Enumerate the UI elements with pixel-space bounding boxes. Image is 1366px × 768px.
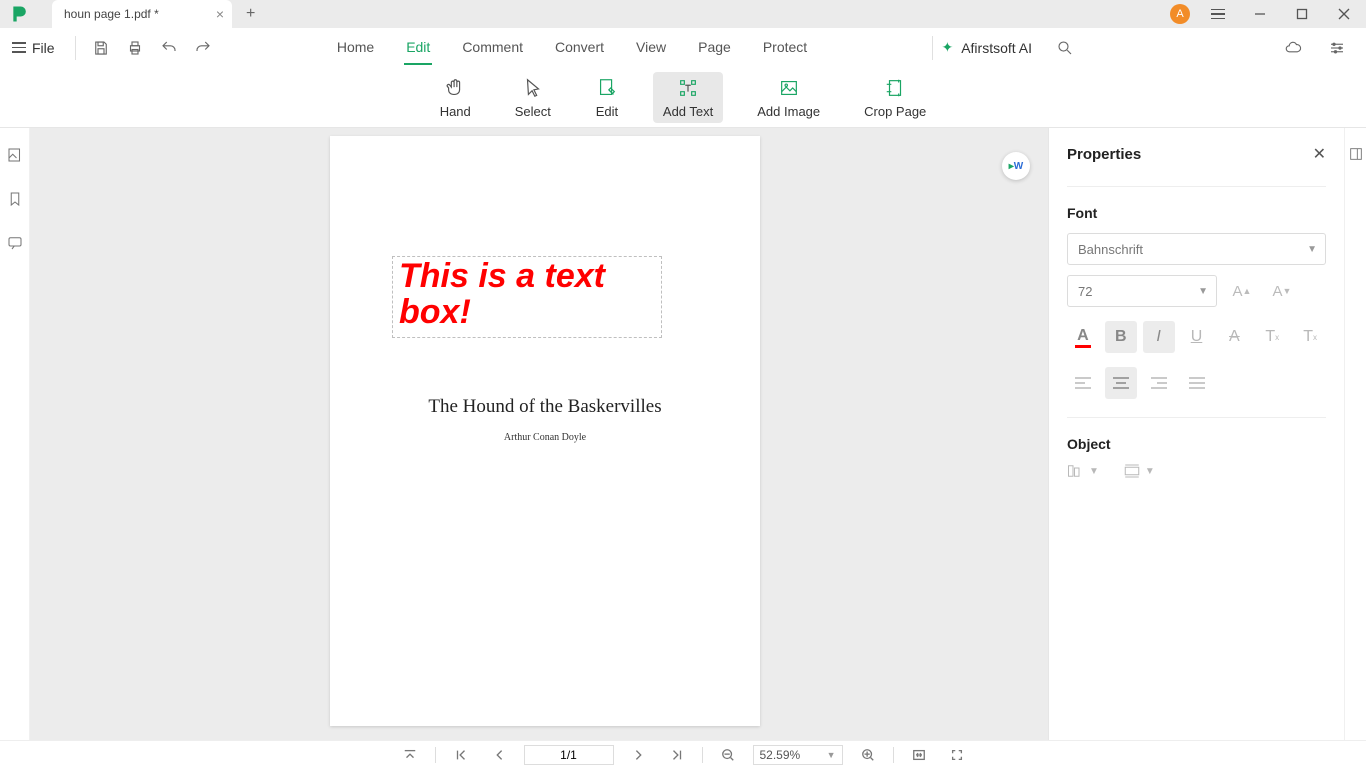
separator	[932, 36, 933, 60]
separator	[75, 36, 76, 60]
tab-page[interactable]: Page	[696, 31, 733, 65]
left-sidebar	[0, 128, 30, 740]
print-button[interactable]	[118, 31, 152, 65]
minimize-button[interactable]	[1246, 0, 1274, 28]
prev-page-icon[interactable]	[486, 744, 512, 766]
hamburger-icon	[12, 42, 26, 53]
tab-convert[interactable]: Convert	[553, 31, 606, 65]
last-page-icon[interactable]	[664, 744, 690, 766]
align-justify-button[interactable]	[1181, 367, 1213, 399]
object-align-button[interactable]: ▼	[1067, 464, 1099, 478]
decrease-font-icon[interactable]: A▼	[1267, 276, 1297, 306]
text-box[interactable]: This is a text box!	[392, 256, 662, 338]
thumbnails-icon[interactable]	[6, 146, 24, 164]
undo-button[interactable]	[152, 31, 186, 65]
document-title: The Hound of the Baskervilles	[330, 396, 760, 418]
add-image-icon	[777, 76, 801, 100]
maximize-button[interactable]	[1288, 0, 1316, 28]
tool-hand[interactable]: Hand	[430, 72, 481, 123]
font-section-title: Font	[1067, 205, 1326, 221]
menubar: File Home Edit Comment Convert View Page…	[0, 28, 1366, 68]
zoom-out-icon[interactable]	[715, 744, 741, 766]
font-color-button[interactable]: A	[1067, 321, 1099, 353]
workarea: This is a text box! The Hound of the Bas…	[0, 128, 1366, 740]
subscript-button[interactable]: Tx	[1294, 321, 1326, 353]
close-tab-icon[interactable]: ×	[216, 6, 224, 22]
tool-edit[interactable]: Edit	[585, 72, 629, 123]
chevron-down-icon: ▼	[1307, 244, 1317, 255]
tool-add-text[interactable]: Add Text	[653, 72, 723, 123]
crop-icon	[883, 76, 907, 100]
font-family-select[interactable]: Bahnschrift ▼	[1067, 233, 1326, 265]
tool-crop-page[interactable]: Crop Page	[854, 72, 936, 123]
zoom-in-icon[interactable]	[855, 744, 881, 766]
properties-title: Properties	[1067, 146, 1141, 163]
edit-page-icon	[595, 76, 619, 100]
titlebar: houn page 1.pdf * × + A	[0, 0, 1366, 28]
search-icon[interactable]	[1048, 31, 1082, 65]
close-properties-icon[interactable]: ✕	[1313, 144, 1326, 164]
align-left-button[interactable]	[1067, 367, 1099, 399]
italic-button[interactable]: I	[1143, 321, 1175, 353]
text-box-content: This is a text box!	[399, 259, 655, 330]
page-number-input[interactable]	[524, 745, 614, 765]
user-avatar[interactable]: A	[1170, 4, 1190, 24]
align-center-button[interactable]	[1105, 367, 1137, 399]
strikethrough-button[interactable]: A	[1218, 321, 1250, 353]
add-text-icon	[676, 76, 700, 100]
chevron-down-icon: ▼	[1198, 286, 1208, 297]
edit-toolbar: Hand Select Edit Add Text Add Image Crop…	[0, 68, 1366, 128]
app-logo	[8, 2, 32, 26]
ai-button[interactable]: ✦ Afirstsoft AI	[941, 31, 1094, 65]
settings-toggle-icon[interactable]	[1320, 31, 1354, 65]
object-section-title: Object	[1067, 436, 1326, 452]
tab-edit[interactable]: Edit	[404, 31, 432, 65]
statusbar: 52.59%▼	[0, 740, 1366, 768]
document-tab[interactable]: houn page 1.pdf * ×	[52, 0, 232, 28]
close-window-button[interactable]	[1330, 0, 1358, 28]
panel-toggle-icon[interactable]	[1348, 146, 1364, 167]
bold-button[interactable]: B	[1105, 321, 1137, 353]
fit-width-icon[interactable]	[906, 744, 932, 766]
app-menu-icon[interactable]	[1204, 0, 1232, 28]
first-page-icon[interactable]	[448, 744, 474, 766]
tab-home[interactable]: Home	[335, 31, 376, 65]
cloud-icon[interactable]	[1276, 31, 1310, 65]
document-tab-label: houn page 1.pdf *	[64, 7, 159, 21]
fit-page-icon[interactable]	[944, 744, 970, 766]
object-distribute-button[interactable]: ▼	[1123, 464, 1155, 478]
properties-panel: Properties ✕ Font Bahnschrift ▼ 72 ▼ A▲ …	[1048, 128, 1344, 740]
new-tab-button[interactable]: +	[246, 5, 255, 23]
increase-font-icon[interactable]: A▲	[1227, 276, 1257, 306]
tool-select[interactable]: Select	[505, 72, 561, 123]
comments-icon[interactable]	[6, 234, 24, 252]
file-menu-button[interactable]: File	[0, 40, 67, 56]
word-convert-badge[interactable]: ▸W	[1002, 152, 1030, 180]
tab-protect[interactable]: Protect	[761, 31, 809, 65]
right-sidebar	[1344, 128, 1366, 740]
document-canvas[interactable]: This is a text box! The Hound of the Bas…	[30, 128, 1048, 740]
superscript-button[interactable]: Tx	[1256, 321, 1288, 353]
tab-view[interactable]: View	[634, 31, 668, 65]
underline-button[interactable]: U	[1181, 321, 1213, 353]
main-tabs: Home Edit Comment Convert View Page Prot…	[220, 31, 925, 65]
next-page-icon[interactable]	[626, 744, 652, 766]
cursor-icon	[521, 76, 545, 100]
font-size-select[interactable]: 72 ▼	[1067, 275, 1217, 307]
save-button[interactable]	[84, 31, 118, 65]
document-author: Arthur Conan Doyle	[330, 432, 760, 443]
tool-add-image[interactable]: Add Image	[747, 72, 830, 123]
hand-icon	[443, 76, 467, 100]
bookmarks-icon[interactable]	[6, 190, 24, 208]
scroll-top-icon[interactable]	[397, 744, 423, 766]
page: This is a text box! The Hound of the Bas…	[330, 136, 760, 726]
align-right-button[interactable]	[1143, 367, 1175, 399]
tab-comment[interactable]: Comment	[460, 31, 525, 65]
sparkle-icon: ✦	[941, 39, 953, 56]
zoom-select[interactable]: 52.59%▼	[753, 745, 843, 765]
redo-button[interactable]	[186, 31, 220, 65]
